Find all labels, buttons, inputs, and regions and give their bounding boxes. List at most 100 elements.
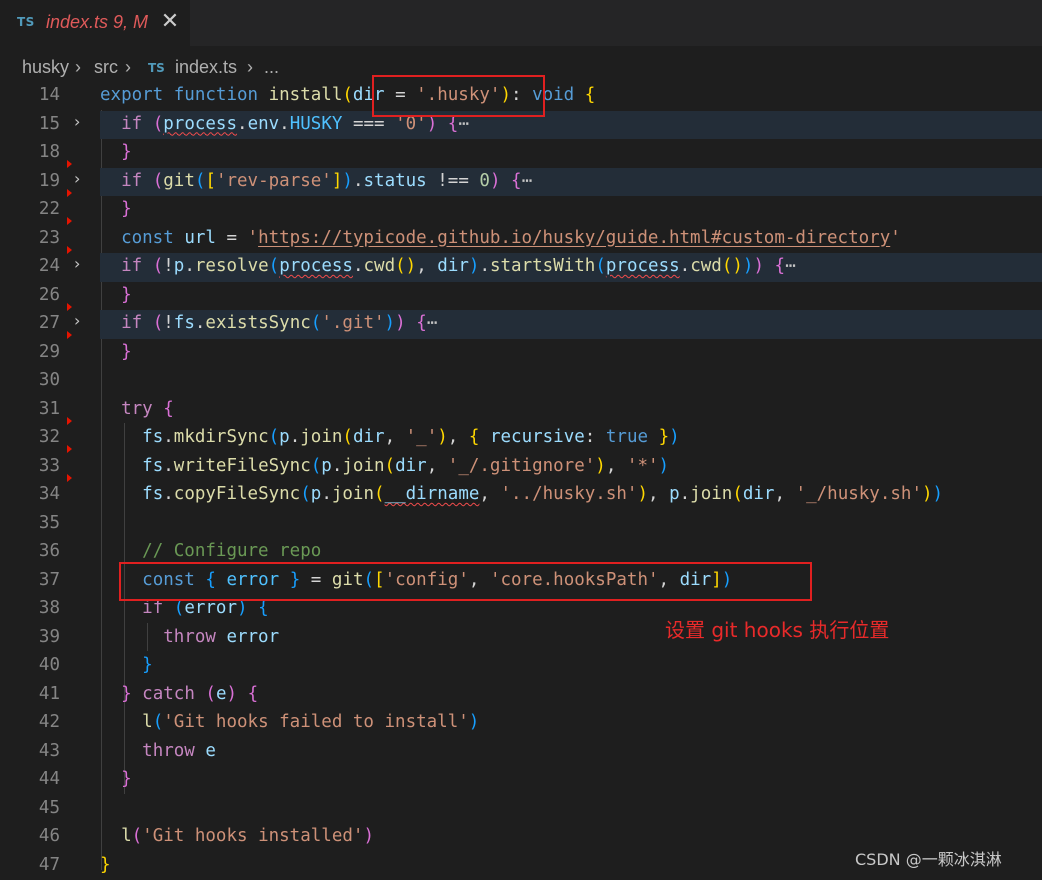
gutter-change-marker <box>67 160 72 168</box>
code-text: if (error) { <box>100 598 269 618</box>
gutter-change-marker <box>67 246 72 254</box>
line-number: 27 <box>0 313 60 333</box>
line-number: 35 <box>0 513 60 533</box>
line-number: 26 <box>0 285 60 305</box>
code-line[interactable]: 40 } <box>0 652 1042 681</box>
line-number: 33 <box>0 456 60 476</box>
line-number: 44 <box>0 769 60 789</box>
code-text: fs.writeFileSync(p.join(dir, '_/.gitigno… <box>100 456 669 476</box>
code-line-folded[interactable]: 27 › if (!fs.existsSync('.git')) {⋯ <box>0 310 1042 339</box>
ellipsis-icon[interactable]: ⋯ <box>427 313 438 333</box>
fold-chevron-icon[interactable]: › <box>74 169 90 188</box>
line-number: 40 <box>0 655 60 675</box>
code-line[interactable]: 44 } <box>0 766 1042 795</box>
breadcrumb-item-src[interactable]: src <box>94 57 118 78</box>
line-number: 39 <box>0 627 60 647</box>
code-line[interactable]: 18 } <box>0 139 1042 168</box>
code-text: } <box>100 199 132 219</box>
ellipsis-icon[interactable]: ⋯ <box>522 171 533 191</box>
line-number: 42 <box>0 712 60 732</box>
breadcrumb-item-file[interactable]: index.ts <box>175 57 237 78</box>
gutter-change-marker <box>67 445 72 453</box>
tab-title: index.ts 9, M <box>46 12 148 33</box>
chevron-right-icon: › <box>247 57 253 78</box>
line-number: 15 <box>0 114 60 134</box>
tab-bar: TS index.ts 9, M ✕ <box>0 0 1042 46</box>
highlight-box-dir-param <box>372 75 545 117</box>
code-text: fs.copyFileSync(p.join(__dirname, '../hu… <box>100 484 943 504</box>
code-line[interactable]: 26 } <box>0 282 1042 311</box>
gutter-change-marker <box>67 417 72 425</box>
code-text: } <box>100 655 153 675</box>
code-text: } catch (e) { <box>100 684 258 704</box>
line-number: 36 <box>0 541 60 561</box>
code-line[interactable]: 34 fs.copyFileSync(p.join(__dirname, '..… <box>0 481 1042 510</box>
line-number: 23 <box>0 228 60 248</box>
line-number: 45 <box>0 798 60 818</box>
code-text: } <box>100 769 132 789</box>
line-number: 22 <box>0 199 60 219</box>
line-number: 29 <box>0 342 60 362</box>
tab-index-ts[interactable]: TS index.ts 9, M ✕ <box>0 0 191 46</box>
watermark: CSDN @一颗冰淇淋 <box>855 846 1002 870</box>
gutter-change-marker <box>67 217 72 225</box>
code-text: if (!fs.existsSync('.git')) {⋯ <box>100 313 437 333</box>
gutter-change-marker <box>67 303 72 311</box>
code-text: try { <box>100 399 174 419</box>
line-number: 34 <box>0 484 60 504</box>
gutter-change-marker <box>67 331 72 339</box>
line-number: 24 <box>0 256 60 276</box>
line-number: 30 <box>0 370 60 390</box>
code-line[interactable]: 31 try { <box>0 396 1042 425</box>
code-text: } <box>100 285 132 305</box>
highlight-box-hookspath <box>119 562 812 601</box>
fold-chevron-icon[interactable]: › <box>74 112 90 131</box>
line-number: 31 <box>0 399 60 419</box>
annotation-label: 设置 git hooks 执行位置 <box>665 614 889 643</box>
code-line[interactable]: 42 l('Git hooks failed to install') <box>0 709 1042 738</box>
line-number: 19 <box>0 171 60 191</box>
code-line[interactable]: 29 } <box>0 339 1042 368</box>
code-line[interactable]: 30 <box>0 367 1042 396</box>
code-line[interactable]: 35 <box>0 510 1042 539</box>
chevron-right-icon: › <box>125 57 131 78</box>
code-text: const url = 'https://typicode.github.io/… <box>100 228 901 248</box>
code-text: if (git(['rev-parse']).status !== 0) {⋯ <box>100 171 532 191</box>
chevron-right-icon: › <box>75 57 81 78</box>
line-number: 14 <box>0 85 60 105</box>
typescript-icon: TS <box>17 15 35 29</box>
code-line-folded[interactable]: 19 › if (git(['rev-parse']).status !== 0… <box>0 168 1042 197</box>
fold-chevron-icon[interactable]: › <box>74 311 90 330</box>
code-text: // Configure repo <box>100 541 321 561</box>
code-line[interactable]: 23 const url = 'https://typicode.github.… <box>0 225 1042 254</box>
code-line-folded[interactable]: 24 › if (!p.resolve(process.cwd(), dir).… <box>0 253 1042 282</box>
line-number: 32 <box>0 427 60 447</box>
gutter-change-marker <box>67 474 72 482</box>
code-editor[interactable]: 14 export function install(dir = '.husky… <box>0 82 1042 877</box>
line-number: 43 <box>0 741 60 761</box>
code-line[interactable]: 32 fs.mkdirSync(p.join(dir, '_'), { recu… <box>0 424 1042 453</box>
code-line[interactable]: 41 } catch (e) { <box>0 681 1042 710</box>
code-text: throw error <box>100 627 279 647</box>
line-number: 46 <box>0 826 60 846</box>
ellipsis-icon[interactable]: ⋯ <box>785 256 796 276</box>
code-line[interactable]: 22 } <box>0 196 1042 225</box>
code-text: } <box>100 855 111 875</box>
code-line[interactable]: 33 fs.writeFileSync(p.join(dir, '_/.giti… <box>0 453 1042 482</box>
code-text: if (!p.resolve(process.cwd(), dir).start… <box>100 256 796 276</box>
code-text: } <box>100 142 132 162</box>
code-text: fs.mkdirSync(p.join(dir, '_'), { recursi… <box>100 427 680 447</box>
typescript-file-icon: TS <box>148 61 165 75</box>
line-number: 47 <box>0 855 60 875</box>
code-line[interactable]: 45 <box>0 795 1042 824</box>
line-number: 38 <box>0 598 60 618</box>
code-text: } <box>100 342 132 362</box>
breadcrumb-item-husky[interactable]: husky <box>22 57 69 78</box>
fold-chevron-icon[interactable]: › <box>74 254 90 273</box>
line-number: 18 <box>0 142 60 162</box>
close-icon[interactable]: ✕ <box>158 8 182 36</box>
code-line[interactable]: 43 throw e <box>0 738 1042 767</box>
gutter-change-marker <box>67 189 72 197</box>
breadcrumb-item-symbols[interactable]: ... <box>264 57 279 78</box>
line-number: 41 <box>0 684 60 704</box>
